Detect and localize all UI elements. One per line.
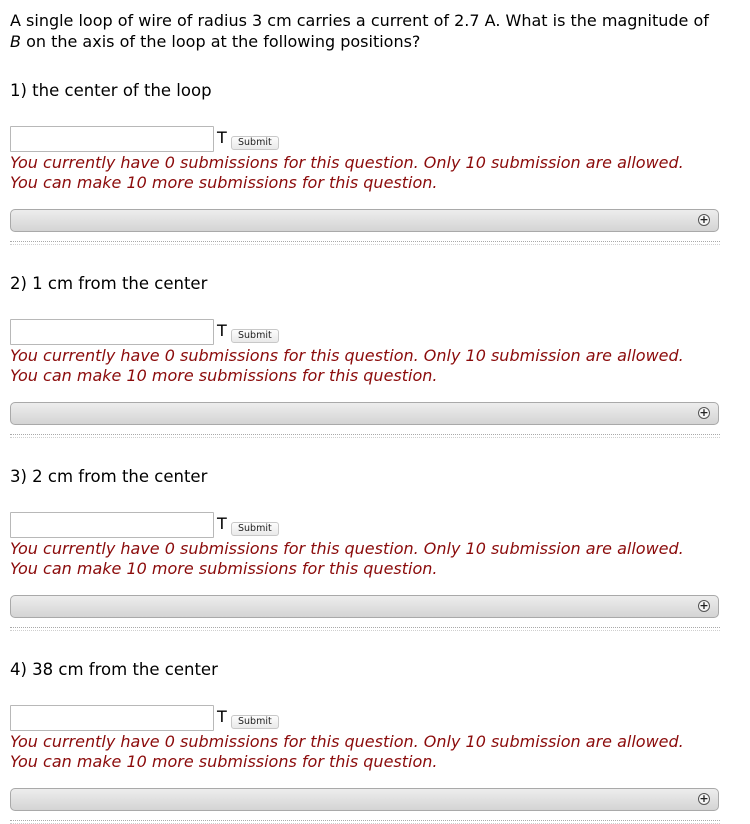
unit-label: T xyxy=(217,514,227,533)
expand-bar[interactable]: + xyxy=(10,595,719,618)
intro-variable: B xyxy=(10,32,21,51)
divider xyxy=(10,820,720,821)
divider xyxy=(10,241,720,242)
divider xyxy=(10,434,720,435)
submission-messages: You currently have 0 submissions for thi… xyxy=(10,539,738,579)
answer-input[interactable] xyxy=(10,319,214,345)
submission-messages: You currently have 0 submissions for thi… xyxy=(10,732,738,772)
divider xyxy=(10,627,720,628)
submission-messages: You currently have 0 submissions for thi… xyxy=(10,153,738,193)
question-label: 3) 2 cm from the center xyxy=(10,467,208,486)
answer-input[interactable] xyxy=(10,512,214,538)
submission-count-message: You currently have 0 submissions for thi… xyxy=(10,539,684,558)
question-2: 2) 1 cm from the center T Submit You cur… xyxy=(10,273,738,438)
unit-label: T xyxy=(217,707,227,726)
divider xyxy=(10,244,720,245)
problem-page: A single loop of wire of radius 3 cm car… xyxy=(0,0,750,824)
question-1: 1) the center of the loop T Submit You c… xyxy=(10,80,738,245)
submission-count-message: You currently have 0 submissions for thi… xyxy=(10,346,684,365)
submit-button[interactable]: Submit xyxy=(231,136,279,150)
unit-label: T xyxy=(217,321,227,340)
intro-line2: on the axis of the loop at the following… xyxy=(20,32,421,51)
answer-input[interactable] xyxy=(10,705,214,731)
submit-button[interactable]: Submit xyxy=(231,522,279,536)
remaining-submissions-message: You can make 10 more submissions for thi… xyxy=(10,559,438,578)
remaining-submissions-message: You can make 10 more submissions for thi… xyxy=(10,366,438,385)
expand-bar[interactable]: + xyxy=(10,788,719,811)
plus-circle-icon[interactable]: + xyxy=(698,407,710,419)
plus-circle-icon[interactable]: + xyxy=(698,214,710,226)
question-3: 3) 2 cm from the center T Submit You cur… xyxy=(10,466,738,631)
submit-button[interactable]: Submit xyxy=(231,329,279,343)
question-label: 4) 38 cm from the center xyxy=(10,660,218,679)
question-label: 1) the center of the loop xyxy=(10,81,212,100)
remaining-submissions-message: You can make 10 more submissions for thi… xyxy=(10,173,438,192)
submission-count-message: You currently have 0 submissions for thi… xyxy=(10,153,684,172)
question-label: 2) 1 cm from the center xyxy=(10,274,208,293)
remaining-submissions-message: You can make 10 more submissions for thi… xyxy=(10,752,438,771)
divider xyxy=(10,630,720,631)
divider xyxy=(10,437,720,438)
plus-circle-icon[interactable]: + xyxy=(698,600,710,612)
expand-bar[interactable]: + xyxy=(10,402,719,425)
submission-count-message: You currently have 0 submissions for thi… xyxy=(10,732,684,751)
question-4: 4) 38 cm from the center T Submit You cu… xyxy=(10,659,738,824)
problem-statement: A single loop of wire of radius 3 cm car… xyxy=(10,10,738,52)
submit-button[interactable]: Submit xyxy=(231,715,279,729)
unit-label: T xyxy=(217,128,227,147)
answer-input[interactable] xyxy=(10,126,214,152)
submission-messages: You currently have 0 submissions for thi… xyxy=(10,346,738,386)
plus-circle-icon[interactable]: + xyxy=(698,793,710,805)
expand-bar[interactable]: + xyxy=(10,209,719,232)
intro-line1: A single loop of wire of radius 3 cm car… xyxy=(10,11,709,30)
